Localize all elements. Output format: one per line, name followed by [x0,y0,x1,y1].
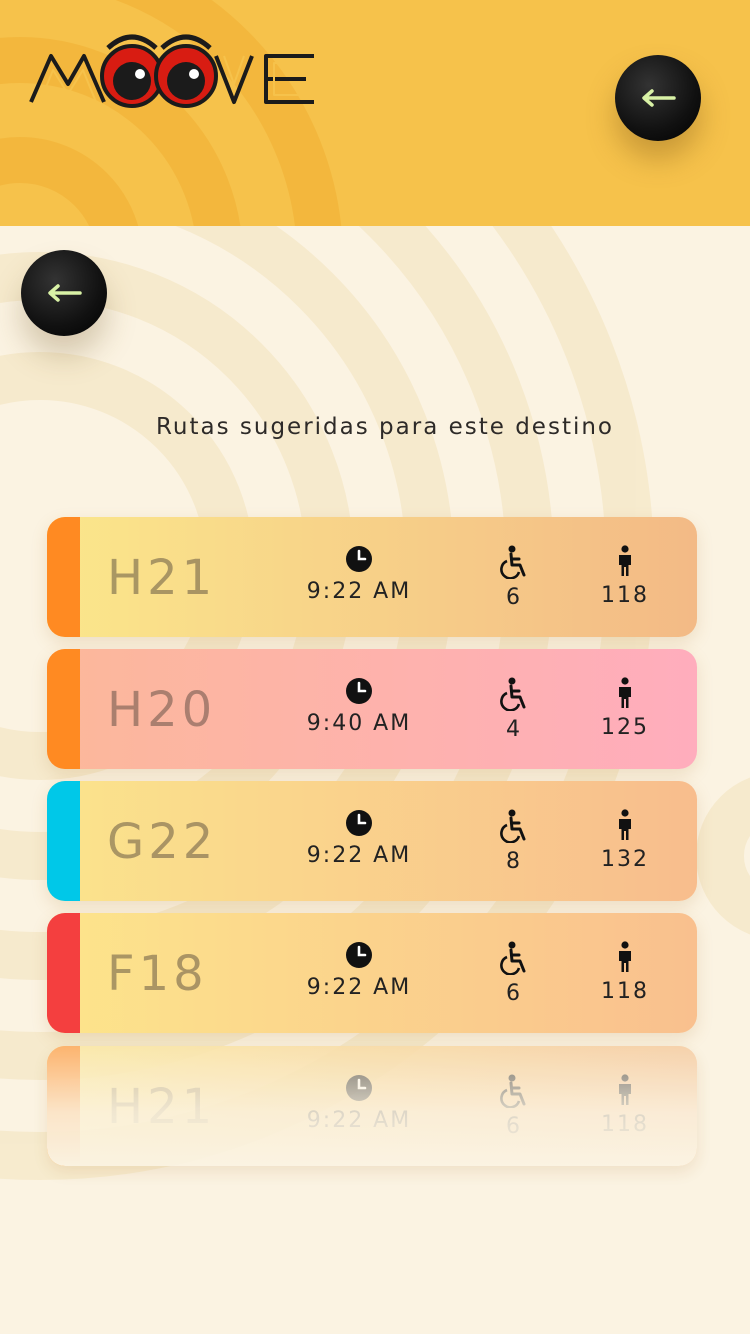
wheelchair-seats: 6 [487,545,541,610]
arrow-left-icon [48,284,82,302]
departure-time: 9:40 AM [299,677,419,736]
clock-icon [346,810,372,836]
route-card[interactable]: F18 9:22 AM 6 118 [47,913,697,1033]
wheelchair-seats-value: 6 [506,981,522,1006]
departure-time: 9:22 AM [299,941,419,1000]
route-color-strip [47,781,80,901]
page-subtitle: Rutas sugeridas para este destino [155,414,615,440]
wheelchair-seats: 6 [487,941,541,1006]
passenger-count: 118 [590,941,660,1004]
route-card[interactable]: H20 9:40 AM 4 125 [47,649,697,769]
departure-time-value: 9:40 AM [306,711,412,736]
person-icon [619,545,631,576]
route-color-strip [47,517,80,637]
departure-time-value: 9:22 AM [306,843,412,868]
wheelchair-icon [500,941,526,975]
wheelchair-icon [500,545,526,579]
passenger-count: 132 [590,809,660,872]
route-code: H20 [107,682,217,738]
clock-icon [346,678,372,704]
departure-time: 9:22 AM [299,545,419,604]
person-icon [619,677,631,708]
route-card[interactable]: H21 9:22 AM 6 118 [47,517,697,637]
route-card[interactable]: G22 9:22 AM 8 132 [47,781,697,901]
passenger-count-value: 132 [601,847,649,872]
app-header [0,0,750,226]
fade-overlay [47,1046,697,1166]
arrow-left-icon [642,89,676,107]
route-card[interactable]: H219:22 AM6118 [47,1046,697,1166]
passenger-count-value: 125 [601,715,649,740]
clock-icon [346,942,372,968]
route-color-strip [47,649,80,769]
background-decorative-arcs [0,226,750,1180]
passenger-count-value: 118 [601,979,649,1004]
wheelchair-seats-value: 6 [506,585,522,610]
passenger-count-value: 118 [601,583,649,608]
wheelchair-icon [500,677,526,711]
wheelchair-seats: 4 [487,677,541,742]
route-code: F18 [107,946,208,1002]
departure-time-value: 9:22 AM [306,579,412,604]
person-icon [619,941,631,972]
wheelchair-icon [500,809,526,843]
departure-time-value: 9:22 AM [306,975,412,1000]
wheelchair-seats-value: 4 [506,717,522,742]
person-icon [619,809,631,840]
moove-logo [26,26,326,120]
clock-icon [346,546,372,572]
wheelchair-seats: 8 [487,809,541,874]
route-code: G22 [107,814,218,870]
header-back-button[interactable] [615,55,701,141]
route-code: H21 [107,550,217,606]
wheelchair-seats-value: 8 [506,849,522,874]
back-button[interactable] [21,250,107,336]
departure-time: 9:22 AM [299,809,419,868]
passenger-count: 125 [590,677,660,740]
route-color-strip [47,913,80,1033]
passenger-count: 118 [590,545,660,608]
